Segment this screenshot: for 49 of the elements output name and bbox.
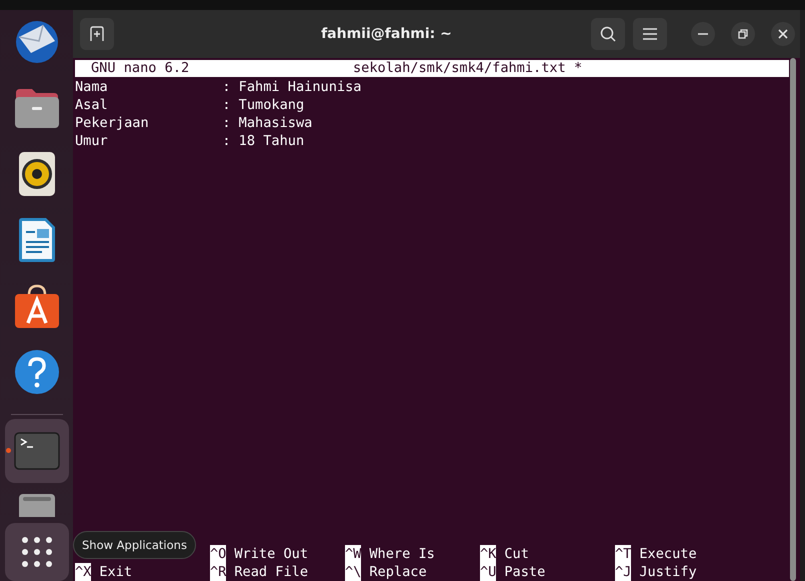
menu-button[interactable]: [633, 18, 667, 50]
shortcut-label: Exit: [99, 563, 132, 581]
text-line: Umur : 18 Tahun: [75, 132, 306, 150]
search-button[interactable]: [591, 18, 625, 50]
folder-icon[interactable]: [14, 87, 60, 129]
shortcut-key: ^J: [615, 563, 632, 581]
restore-icon: [738, 29, 748, 39]
shortcut-key: ^T: [615, 545, 632, 563]
shortcut-label: Execute: [639, 545, 697, 563]
shortcut-key: ^W: [345, 545, 362, 563]
document-icon[interactable]: [18, 217, 56, 263]
shortcut-key: ^O: [210, 545, 226, 563]
drive-icon[interactable]: [18, 492, 56, 517]
new-tab-icon: [89, 26, 105, 42]
text-line: Pekerjaan : Mahasiswa: [75, 114, 314, 132]
nano-version: GNU nano 6.2: [90, 60, 190, 77]
shortcut-label: Replace: [369, 563, 427, 581]
shortcut-key: ^R: [210, 563, 226, 581]
shortcut-key: ^X: [75, 563, 92, 581]
shopping-bag-icon[interactable]: [14, 283, 60, 329]
search-icon: [600, 26, 616, 42]
shortcut-label: Read File: [234, 563, 308, 581]
shortcut-key: ^K: [480, 545, 496, 563]
shortcut-label: Write Out: [234, 545, 308, 563]
file-name: sekolah/smk/smk4/fahmi.txt *: [353, 60, 582, 77]
help-icon[interactable]: [14, 349, 60, 395]
minimize-button[interactable]: [691, 22, 715, 46]
tooltip: Show Applications: [73, 531, 196, 559]
shortcut-key: ^U: [480, 563, 496, 581]
running-indicator-icon: [6, 448, 10, 453]
restore-button[interactable]: [731, 22, 755, 46]
new-tab-button[interactable]: [80, 18, 114, 50]
close-icon: [778, 29, 788, 39]
text-line: Nama : Fahmi Hainunisa: [75, 78, 362, 96]
terminal-icon: [14, 432, 60, 470]
text-line: Asal : Tumokang: [75, 96, 306, 114]
speaker-icon[interactable]: [18, 151, 56, 197]
shortcut-label: Cut: [504, 545, 529, 563]
scrollbar[interactable]: [790, 58, 796, 581]
menu-icon: [643, 28, 657, 40]
shortcut-label: Paste: [504, 563, 546, 581]
minimize-icon: [698, 33, 708, 35]
close-button[interactable]: [771, 22, 795, 46]
shortcut-label: Justify: [639, 563, 697, 581]
window-title: fahmii@fahmi: ~: [320, 26, 453, 42]
grid-icon: [22, 536, 52, 567]
shortcut-key: ^\: [345, 563, 362, 581]
show-applications-button[interactable]: [4, 522, 68, 581]
shortcut-label: Where Is: [369, 545, 435, 563]
